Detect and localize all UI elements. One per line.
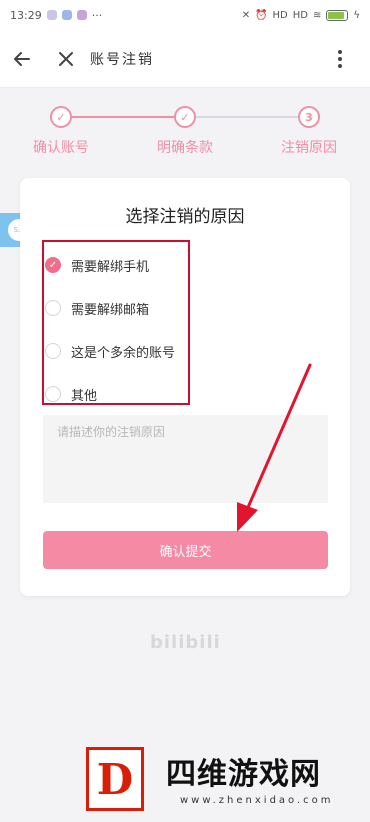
watermark: D 四维游戏网 www.zhenxidao.com (80, 745, 370, 822)
watermark-logo-icon: D (86, 747, 144, 811)
watermark-url: www.zhenxidao.com (180, 795, 334, 806)
annotation-arrow (237, 363, 312, 532)
bilibili-logo: bilibili (150, 632, 221, 653)
watermark-text: 四维游戏网 (166, 757, 321, 792)
